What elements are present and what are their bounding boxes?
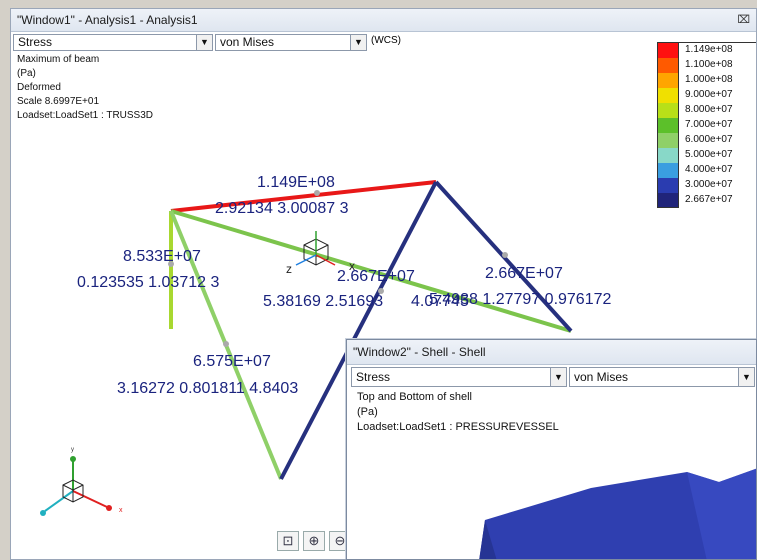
coordinate-triad-corner: y x (40, 447, 123, 516)
node-marker (223, 341, 229, 347)
annotation-coords: 3.16272 0.801811 4.8403 (117, 380, 298, 397)
node-marker (502, 252, 508, 258)
annotation-coords: 5.38169 2.51693 (263, 293, 383, 310)
annotation-overlap: 4.07745 (411, 293, 469, 310)
axis-label-z: z (286, 262, 292, 276)
annotation-coords: 0.123535 1.03712 3 (77, 274, 219, 291)
annotation-value: 6.575E+07 (193, 353, 271, 370)
annotation-value: 1.149E+08 (257, 174, 335, 191)
shell-viewport[interactable] (347, 340, 757, 560)
window2: "Window2" - Shell - Shell Stress ▼ von M… (346, 339, 757, 560)
annotation-value: 8.533E+07 (123, 248, 201, 265)
axis-label-x: x (119, 507, 123, 514)
axis-label-y: y (71, 447, 74, 453)
zoom-fit-button[interactable]: ⊡ (277, 531, 299, 551)
annotation-value: 2.667E+07 (485, 265, 563, 282)
annotation-coords: 2.92134 3.00087 3 (215, 200, 349, 217)
zoom-in-button[interactable]: ⊕ (303, 531, 325, 551)
annotation-value: 2.667E+07 (337, 268, 415, 285)
